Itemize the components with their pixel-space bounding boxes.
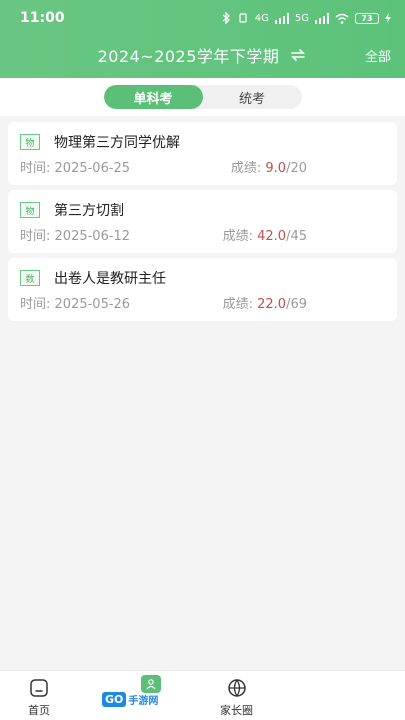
exam-list: 物 物理第三方同学优解 时间: 2025-06-25 成绩: 9.0/20 物 … [8,122,397,326]
date-value: 2025-06-12 [54,229,131,244]
exam-card[interactable]: 物 第三方切割 时间: 2025-06-12 成绩: 42.0/45 [8,190,397,253]
score-label: 成绩: [230,161,262,176]
score-label: 成绩: [222,229,253,244]
tab-home-label: 首页 [28,704,50,717]
charging-icon [385,13,391,23]
tab-unified-exam[interactable]: 统考 [203,85,302,109]
term-selector[interactable]: 2024~2025学年下学期 全部 [0,36,405,74]
exam-name: 第三方切割 [54,203,124,219]
score-total: /69 [286,297,307,312]
exam-card[interactable]: 数 出卷人是教研主任 时间: 2025-05-26 成绩: 22.0/69 [8,258,397,321]
exam-score: 成绩: 9.0/20 [231,157,307,176]
exam-date: 时间: 2025-06-25 [20,157,130,176]
exam-score: 成绩: 42.0/45 [223,225,307,244]
date-label: 时间: [20,161,51,176]
status-time: 11:00 [20,10,65,26]
exam-name: 出卷人是教研主任 [54,271,166,287]
segment-control: 单科考 统考 [103,85,302,109]
app-header: 11:00 4G 5G 73 2024~2025学年下学期 全部 [0,0,405,78]
exam-name: 物理第三方同学优解 [54,135,180,151]
subject-tag: 数 [20,270,40,286]
bluetooth-icon [222,12,230,24]
status-icons: 4G 5G 73 [221,12,391,24]
score-value: 42.0 [257,229,287,244]
date-label: 时间: [20,229,51,244]
score-value: 22.0 [257,297,287,312]
watermark-badge: GO [102,691,127,707]
network-label: 4G [254,12,269,24]
date-value: 2025-05-26 [54,297,131,312]
signal-icon [274,12,289,24]
tab-parent-label: 家长圈 [220,704,253,717]
network2-label: 5G [294,12,309,24]
date-label: 时间: [20,297,51,312]
tab-parent-circle[interactable]: 家长圈 [220,677,253,718]
exam-type-segment: 单科考 统考 [0,78,405,116]
subject-tag: 物 [20,202,40,218]
score-label: 成绩: [222,297,253,312]
date-value: 2025-06-25 [54,161,131,176]
watermark-text: 手游网 [128,695,159,707]
home-icon [30,679,48,697]
score-total: /45 [286,229,307,244]
all-filter-button[interactable]: 全部 [365,46,391,65]
exam-score: 成绩: 22.0/69 [223,293,307,312]
subject-tag: 物 [20,134,40,150]
swap-icon[interactable] [289,46,307,64]
score-value: 9.0 [265,161,287,176]
tab-home[interactable]: 首页 [28,677,50,718]
bottom-tab-bar: 首页 家长圈 GO 手游网 [0,670,405,720]
tab-single-subject[interactable]: 单科考 [103,85,203,109]
battery-icon: 73 [355,12,379,24]
signal2-icon [315,12,329,24]
vibrate-icon [239,13,247,23]
watermark-logo: GO 手游网 [102,689,158,709]
term-title[interactable]: 2024~2025学年下学期 [98,43,280,67]
status-bar: 11:00 4G 5G 73 [0,0,405,36]
exam-date: 时间: 2025-05-26 [20,293,130,312]
exam-date: 时间: 2025-06-12 [20,225,130,244]
wifi-icon [335,13,349,24]
score-total: /20 [286,161,307,176]
exam-card[interactable]: 物 物理第三方同学优解 时间: 2025-06-25 成绩: 9.0/20 [8,122,397,185]
globe-icon [227,679,246,697]
